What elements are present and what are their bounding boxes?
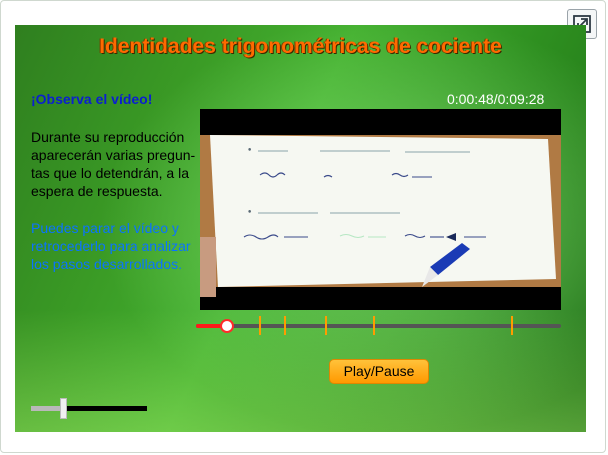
observe-heading: ¡Observa el vídeo! xyxy=(31,91,153,107)
volume-fill xyxy=(31,406,64,411)
whiteboard-bullet: • xyxy=(247,208,252,218)
question-marker xyxy=(258,316,261,335)
question-marker xyxy=(511,316,514,335)
video-frame[interactable]: • • xyxy=(200,109,561,310)
description-text: Durante su reproducción aparecerán varia… xyxy=(31,129,196,199)
page-title: Identidades trigonométricas de cociente xyxy=(99,35,502,58)
volume-knob[interactable] xyxy=(60,398,68,419)
question-marker xyxy=(372,316,375,335)
video-content: • • xyxy=(200,109,561,310)
progress-knob[interactable] xyxy=(219,319,234,333)
whiteboard-bullet: • xyxy=(247,146,252,156)
video-progress-bar[interactable] xyxy=(196,316,561,335)
volume-slider[interactable] xyxy=(31,398,147,419)
time-display: 0:00:48/0:09:28 xyxy=(447,91,545,107)
question-marker xyxy=(324,316,327,335)
hint-text: Puedes parar el vídeo y retrocederlo par… xyxy=(31,220,191,272)
applet-scene: Identidades trigonométricas de cociente … xyxy=(15,25,586,432)
play-pause-button[interactable]: Play/Pause xyxy=(329,359,429,384)
question-marker xyxy=(284,316,287,335)
